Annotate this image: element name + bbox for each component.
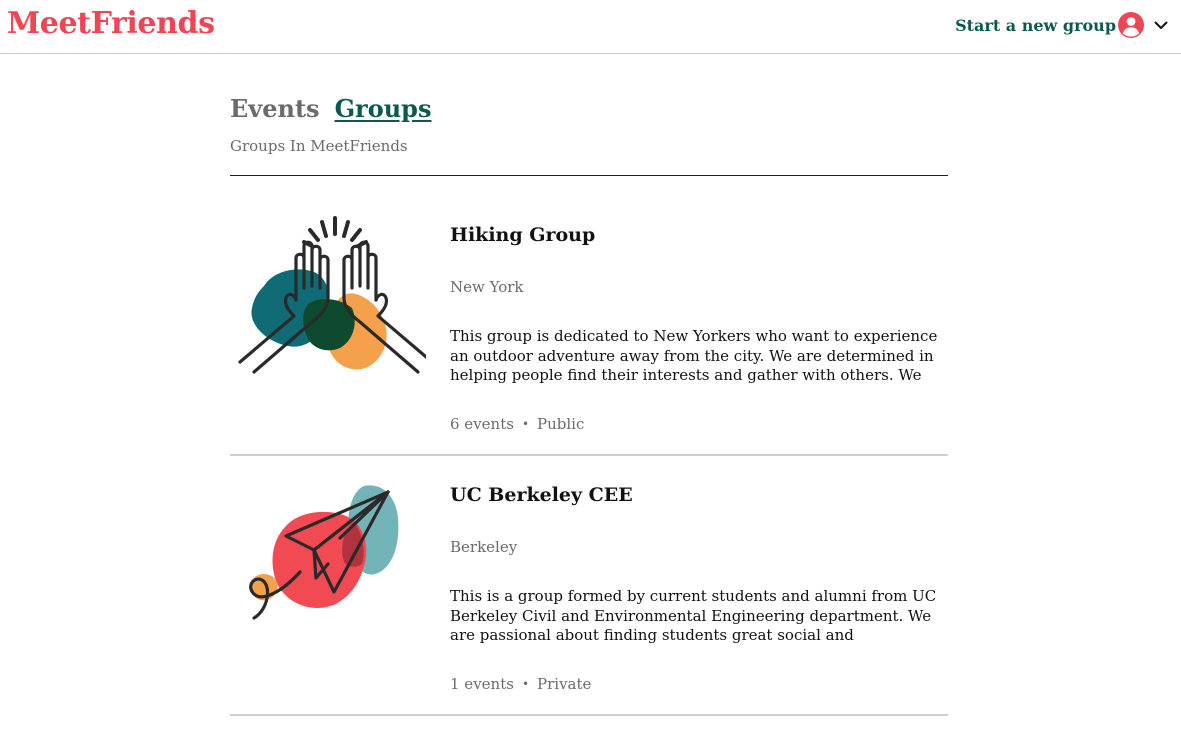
divider (230, 714, 948, 716)
tab-events[interactable]: Events (230, 92, 320, 126)
user-circle-icon[interactable] (1117, 11, 1145, 39)
group-location: New York (450, 278, 524, 296)
group-meta: 6 events • Public (450, 414, 584, 434)
group-name[interactable]: UC Berkeley CEE (450, 482, 633, 508)
group-name[interactable]: Hiking Group (450, 222, 595, 248)
logo[interactable]: MeetFriends (7, 4, 215, 44)
chevron-down-icon[interactable] (1151, 15, 1171, 35)
meta-separator: • (521, 417, 530, 431)
event-count: 1 events (450, 675, 514, 693)
meta-separator: • (521, 677, 530, 691)
tab-groups[interactable]: Groups (335, 92, 432, 126)
user-nav: Start a new group (955, 10, 1171, 40)
page-subtitle: Groups In MeetFriends (230, 137, 408, 155)
group-card-uc-berkeley-cee[interactable]: UC Berkeley CEE Berkeley This is a group… (230, 456, 948, 716)
privacy-label: Private (537, 675, 592, 693)
privacy-label: Public (537, 415, 585, 433)
event-count: 6 events (450, 415, 514, 433)
group-location: Berkeley (450, 538, 518, 556)
group-meta: 1 events • Private (450, 674, 591, 694)
start-new-group-link[interactable]: Start a new group (955, 16, 1116, 35)
high-five-illustration-icon (236, 212, 434, 392)
group-description: This is a group formed by current studen… (450, 587, 937, 646)
paper-plane-illustration-icon (236, 472, 426, 652)
divider (230, 175, 948, 176)
group-description: This group is dedicated to New Yorkers w… (450, 327, 938, 386)
top-navbar: MeetFriends Start a new group (0, 0, 1181, 54)
section-tabs: Events Groups (230, 92, 446, 126)
group-card-hiking[interactable]: Hiking Group New York This group is dedi… (230, 196, 948, 456)
